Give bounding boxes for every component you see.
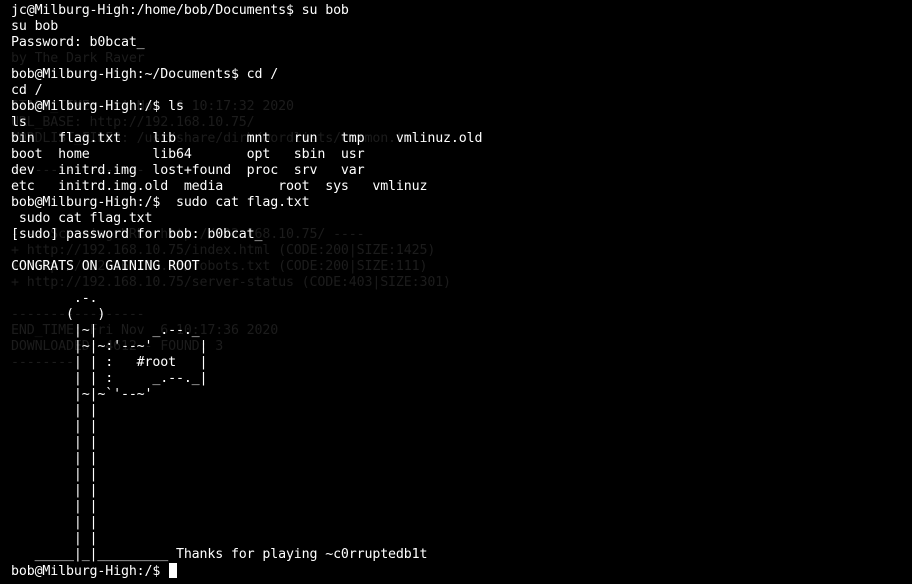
active-prompt[interactable]: bob@Milburg-High:/$ <box>11 563 178 579</box>
text-cursor <box>169 563 178 578</box>
ls-output-line: dev initrd.img lost+found proc srv var <box>11 163 365 178</box>
ascii-art-line: | | <box>11 451 98 466</box>
ghost-line: + http://192.168.10.75/index.html (CODE:… <box>11 243 436 258</box>
output-line: ls <box>11 115 27 130</box>
output-line: sudo cat flag.txt <box>11 211 153 226</box>
ascii-art-line: |~|~`'--~' <box>11 387 153 402</box>
ascii-art-line: | | <box>11 419 98 434</box>
congrats-message: CONGRATS ON GAINING ROOT <box>11 259 200 274</box>
ascii-art-line: | | <box>11 403 98 418</box>
ghost-line: by The Dark Raver <box>11 51 145 66</box>
command-line: bob@Milburg-High:/$ ls <box>11 99 184 114</box>
thanks-message: _____|_|_________ Thanks for playing ~c0… <box>11 547 428 562</box>
ascii-art-line: | | <box>11 467 98 482</box>
ls-output-line: boot home lib64 opt sbin usr <box>11 147 365 162</box>
output-line: cd / <box>11 83 43 98</box>
ascii-art-line: |~| _.--._ <box>11 323 200 338</box>
terminal-window[interactable]: by The Dark Raver START_TIME: Fri Nov 6 … <box>0 0 912 584</box>
command-line: bob@Milburg-High:~/Documents$ cd / <box>11 67 279 82</box>
ghost-line: URL_BASE: http://192.168.10.75/ <box>11 115 255 130</box>
ascii-art-line: ( ) <box>11 307 106 322</box>
output-line: Password: b0bcat_ <box>11 35 145 50</box>
ascii-art-line: | | : #root | <box>11 355 208 370</box>
ls-output-line: etc initrd.img.old media root sys vmlinu… <box>11 179 428 194</box>
ghost-line: + http://192.168.10.75/server-status (CO… <box>11 275 451 290</box>
output-line: su bob <box>11 19 59 34</box>
ascii-art-line: | | <box>11 483 98 498</box>
ascii-art-line: .-. <box>11 291 98 306</box>
ascii-art-line: | | : _.--._| <box>11 371 208 386</box>
command-line: bob@Milburg-High:/$ sudo cat flag.txt <box>11 195 310 210</box>
ls-output-line: bin flag.txt lib mnt run tmp vmlinuz.old <box>11 131 483 146</box>
prompt-text: bob@Milburg-High:/$ <box>11 564 169 579</box>
ascii-art-line: | | <box>11 515 98 530</box>
ascii-art-line: | | <box>11 435 98 450</box>
command-line: jc@Milburg-High:/home/bob/Documents$ su … <box>11 3 349 18</box>
ascii-art-line: | | <box>11 499 98 514</box>
ascii-art-line: |~|~:'--~' | <box>11 339 208 354</box>
ascii-art-line: | | <box>11 531 98 546</box>
output-line: [sudo] password for bob: b0bcat_ <box>11 227 263 242</box>
